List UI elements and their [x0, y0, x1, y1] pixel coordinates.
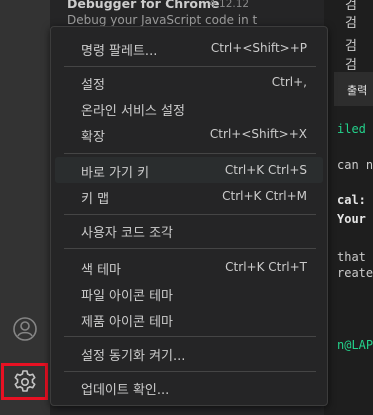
menu-item-label: 설정 동기화 켜기...: [81, 349, 186, 364]
editor-area: 검 검 검 검 출력 iled su can now cal: Your N t…: [324, 0, 373, 415]
menu-item-shortcut: Ctrl+,: [271, 75, 307, 89]
settings-context-menu: 명령 팔레트... Ctrl+<Shift>+P 설정 Ctrl+, 온라인 서…: [50, 26, 328, 406]
menu-item-user-snippets[interactable]: 사용자 코드 조각: [55, 217, 323, 243]
menu-item-check-for-updates[interactable]: 업데이트 확인...: [55, 374, 323, 400]
menu-separator: [64, 248, 316, 249]
terminal-line: Your N: [337, 212, 373, 226]
menu-separator: [64, 153, 316, 154]
menu-item-shortcut: Ctrl+<Shift>+P: [210, 41, 307, 55]
terminal-line: iled su: [337, 122, 373, 136]
menu-item-shortcut: Ctrl+K Ctrl+M: [222, 189, 307, 203]
menu-item-turn-on-settings-sync[interactable]: 설정 동기화 켜기...: [55, 340, 323, 366]
account-icon[interactable]: [0, 309, 50, 349]
list-item[interactable]: 검: [345, 54, 357, 73]
gear-highlight-box: [1, 363, 48, 400]
menu-item-settings[interactable]: 설정 Ctrl+,: [55, 69, 323, 95]
terminal-line: that t: [337, 250, 373, 264]
menu-item-label: 명령 팔레트...: [81, 44, 158, 59]
menu-item-file-icon-theme[interactable]: 파일 아이콘 테마: [55, 280, 323, 306]
menu-item-product-icon-theme[interactable]: 제품 아이콘 테마: [55, 306, 323, 332]
terminal-line: cal:: [337, 193, 366, 207]
panel-tabs: 출력: [334, 72, 373, 106]
menu-separator: [64, 66, 316, 67]
menu-item-keyboard-shortcuts[interactable]: 바로 가기 키 Ctrl+K Ctrl+S: [55, 157, 323, 183]
menu-item-shortcut: Ctrl+<Shift>+X: [209, 127, 307, 141]
menu-item-label: 제품 아이콘 테마: [81, 315, 173, 330]
menu-item-command-palette[interactable]: 명령 팔레트... Ctrl+<Shift>+P: [55, 35, 323, 61]
menu-separator: [64, 336, 316, 337]
terminal-line: can now: [337, 158, 373, 172]
list-item[interactable]: 검: [345, 12, 357, 31]
tab-output[interactable]: 출력: [347, 82, 367, 98]
menu-item-shortcut: Ctrl+K Ctrl+S: [224, 163, 307, 177]
extension-version: 4.12.12: [209, 0, 250, 10]
terminal-line: n@LAPTO: [337, 338, 373, 352]
menu-item-label: 파일 아이콘 테마: [81, 289, 173, 304]
menu-item-keymaps[interactable]: 키 맵 Ctrl+K Ctrl+M: [55, 183, 323, 209]
menu-item-label: 업데이트 확인...: [81, 383, 170, 398]
extension-description: Debug your JavaScript code in t: [67, 13, 258, 27]
list-item[interactable]: 검: [345, 35, 357, 54]
menu-item-label: 확장: [81, 130, 105, 145]
menu-separator: [64, 214, 316, 215]
menu-item-label: 키 맵: [81, 192, 110, 207]
menu-item-label: 설정: [81, 78, 105, 93]
menu-item-online-services-settings[interactable]: 온라인 서비스 설정: [55, 95, 323, 121]
menu-item-label: 사용자 코드 조각: [81, 226, 173, 241]
terminal-line: reate a: [337, 266, 373, 280]
menu-item-label: 색 테마: [81, 263, 122, 278]
menu-item-extensions[interactable]: 확장 Ctrl+<Shift>+X: [55, 121, 323, 147]
menu-item-label: 온라인 서비스 설정: [81, 104, 185, 119]
menu-separator: [64, 371, 316, 372]
menu-item-label: 바로 가기 키: [81, 166, 150, 181]
menu-item-shortcut: Ctrl+K Ctrl+T: [225, 260, 307, 274]
menu-item-color-theme[interactable]: 색 테마 Ctrl+K Ctrl+T: [55, 254, 323, 280]
activity-bar: [0, 0, 50, 415]
extension-name: Debugger for Chrome: [67, 0, 220, 11]
